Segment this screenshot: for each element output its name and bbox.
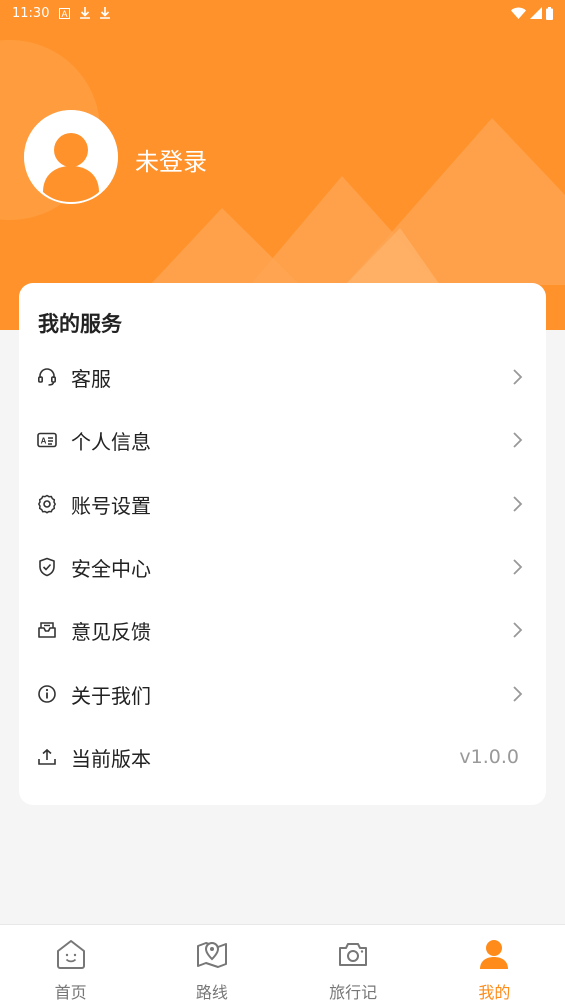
chevron-right-icon [513, 559, 523, 575]
bottom-tab-bar: 首页 路线 旅行记 我的 [0, 924, 565, 1004]
user-icon [480, 940, 509, 969]
gear-icon [36, 493, 58, 515]
tab-route[interactable]: 路线 [141, 925, 282, 1004]
service-item-label: 意见反馈 [71, 619, 151, 644]
tab-label: 首页 [54, 983, 87, 1002]
service-item-feedback[interactable]: 意见反馈 [19, 599, 546, 661]
chevron-right-icon [513, 496, 523, 512]
services-title: 我的服务 [38, 312, 122, 336]
download-icon [100, 7, 111, 19]
tab-travelogue[interactable]: 旅行记 [283, 925, 424, 1004]
status-bar: 11:30 A [0, 0, 565, 26]
map-pin-icon [196, 942, 227, 968]
tab-label: 我的 [478, 983, 511, 1002]
service-item-current-version: 当前版本 v1.0.0 [19, 726, 546, 788]
tab-label: 旅行记 [329, 983, 378, 1002]
version-value: v1.0.0 [459, 746, 519, 768]
tab-label: 路线 [195, 983, 228, 1002]
tab-mine[interactable]: 我的 [424, 925, 565, 1004]
status-time: 11:30 [12, 5, 50, 21]
feedback-mail-icon [36, 619, 58, 641]
default-avatar-icon [24, 110, 118, 204]
service-item-personal-info[interactable]: A 个人信息 [19, 409, 546, 471]
service-item-about-us[interactable]: 关于我们 [19, 663, 546, 725]
signal-icon [530, 7, 542, 19]
id-card-icon: A [36, 429, 58, 451]
avatar[interactable] [24, 110, 118, 204]
upload-icon [36, 746, 58, 768]
chevron-right-icon [513, 622, 523, 638]
service-item-label: 关于我们 [71, 683, 151, 708]
home-icon [56, 940, 85, 969]
download-icon [80, 7, 91, 19]
service-item-label: 个人信息 [71, 429, 151, 454]
tab-home[interactable]: 首页 [0, 925, 141, 1004]
camera-icon [339, 943, 368, 966]
info-icon [36, 683, 58, 705]
wifi-icon [511, 7, 526, 19]
shield-check-icon [36, 556, 58, 578]
chevron-right-icon [513, 686, 523, 702]
service-item-label: 客服 [71, 366, 111, 391]
services-card: 我的服务 客服 A 个人信息 账号设置 安全中心 意见反馈 关于我们 当前版本 … [19, 283, 546, 805]
chevron-right-icon [513, 432, 523, 448]
service-item-account-settings[interactable]: 账号设置 [19, 473, 546, 535]
headset-icon [36, 366, 58, 388]
chevron-right-icon [513, 369, 523, 385]
service-item-label: 安全中心 [71, 556, 151, 581]
service-item-security-center[interactable]: 安全中心 [19, 536, 546, 598]
login-status-text[interactable]: 未登录 [135, 142, 207, 177]
svg-text:A: A [62, 9, 68, 19]
battery-icon [546, 6, 553, 20]
service-item-label: 当前版本 [71, 746, 151, 771]
svg-text:A: A [41, 437, 47, 446]
profile-header: 11:30 A 未登录 [0, 0, 565, 330]
service-item-label: 账号设置 [71, 493, 151, 518]
notification-a-icon: A [59, 7, 71, 19]
service-item-customer-service[interactable]: 客服 [19, 346, 546, 408]
